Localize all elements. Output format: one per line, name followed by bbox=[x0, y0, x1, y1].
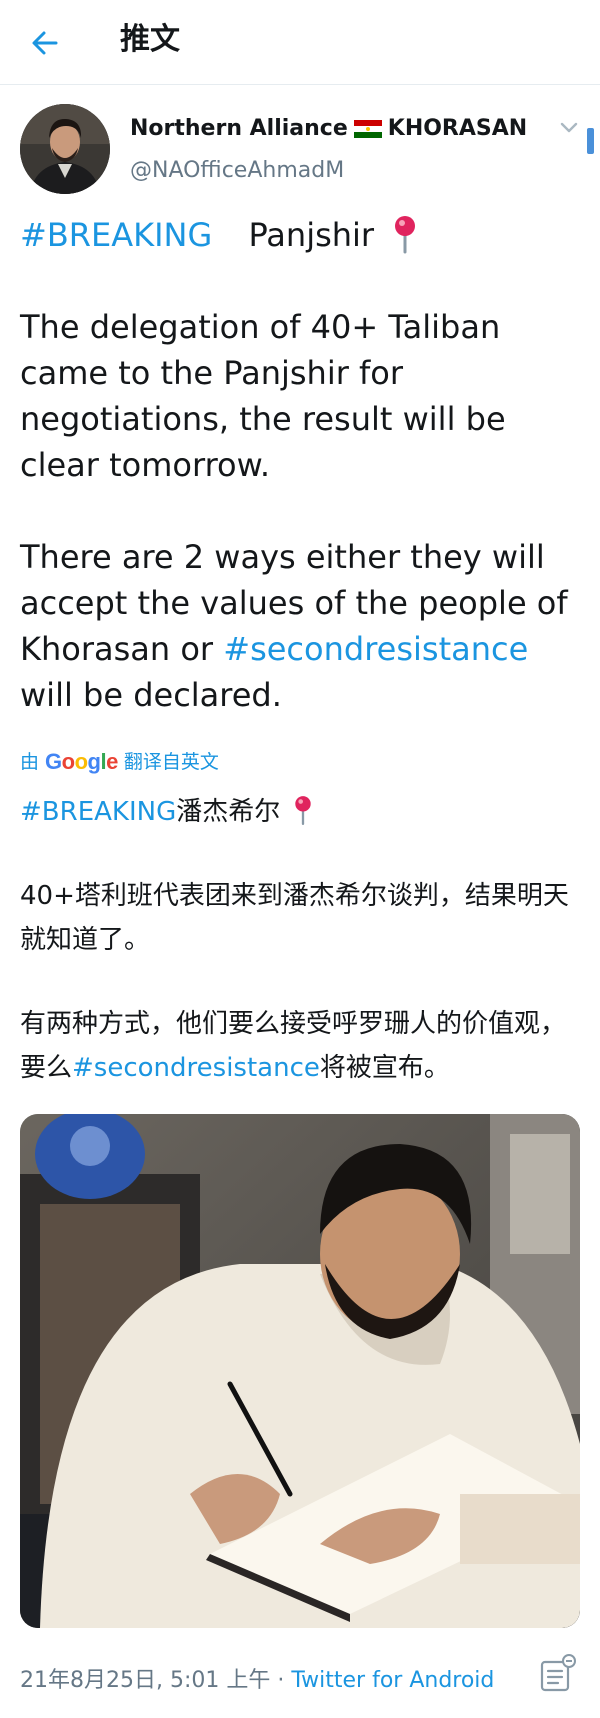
tweet-metadata: 21年8月25日, 5:01 上午 · Twitter for Android bbox=[20, 1668, 495, 1693]
top-app-bar: 推文 bbox=[0, 0, 600, 85]
tweet-paragraph: There are 2 ways either they will accept… bbox=[20, 538, 568, 714]
translated-paragraph: 有两种方式，他们要么接受呼罗珊人的价值观，要么#secondresistance… bbox=[20, 1009, 567, 1083]
tweet-headline: #BREAKING Panjshir bbox=[20, 212, 580, 258]
round-pushpin-icon bbox=[294, 796, 311, 826]
translated-headline: #BREAKING潘杰希尔 bbox=[20, 790, 580, 834]
google-logo: Google bbox=[45, 749, 118, 774]
tweet-paragraph: The delegation of 40+ Taliban came to th… bbox=[20, 308, 506, 484]
tweet-activity-icon[interactable] bbox=[538, 1654, 576, 1694]
hashtag-secondresistance[interactable]: #secondresistance bbox=[72, 1053, 320, 1083]
tajikistan-flag-icon bbox=[353, 117, 382, 147]
author-handle[interactable]: @NAOfficeAhmadM bbox=[130, 156, 344, 186]
tweet-text: #BREAKING Panjshir The delegation of 40+… bbox=[20, 212, 580, 718]
avatar-image bbox=[20, 104, 110, 194]
page-title: 推文 bbox=[120, 22, 180, 57]
author-name[interactable]: Northern Alliance KHORASAN bbox=[130, 114, 527, 147]
back-button[interactable] bbox=[22, 20, 68, 66]
tweet-author: Northern Alliance KHORASAN @NAOfficeAhmad… bbox=[20, 104, 580, 196]
photo-image bbox=[20, 1114, 580, 1628]
tweet-photo[interactable] bbox=[20, 1114, 580, 1628]
timestamp[interactable]: 21年8月25日, 5:01 上午 bbox=[20, 1668, 270, 1693]
translation-attribution[interactable]: 由 Google 翻译自英文 bbox=[20, 748, 219, 776]
round-pushpin-icon bbox=[395, 216, 416, 254]
translated-paragraph: 40+塔利班代表团来到潘杰希尔谈判，结果明天就知道了。 bbox=[20, 881, 569, 955]
translated-text: #BREAKING潘杰希尔 40+塔利班代表团来到潘杰希尔谈判，结果明天就知道了… bbox=[20, 790, 580, 1090]
hashtag-breaking[interactable]: #BREAKING bbox=[20, 216, 212, 254]
avatar[interactable] bbox=[20, 104, 110, 194]
arrow-left-icon bbox=[32, 31, 58, 55]
scrollbar-thumb[interactable] bbox=[587, 128, 594, 154]
hashtag-breaking[interactable]: #BREAKING bbox=[20, 797, 176, 827]
hashtag-secondresistance[interactable]: #secondresistance bbox=[223, 630, 528, 668]
source-link[interactable]: Twitter for Android bbox=[291, 1668, 494, 1693]
chevron-down-icon[interactable] bbox=[558, 116, 580, 138]
